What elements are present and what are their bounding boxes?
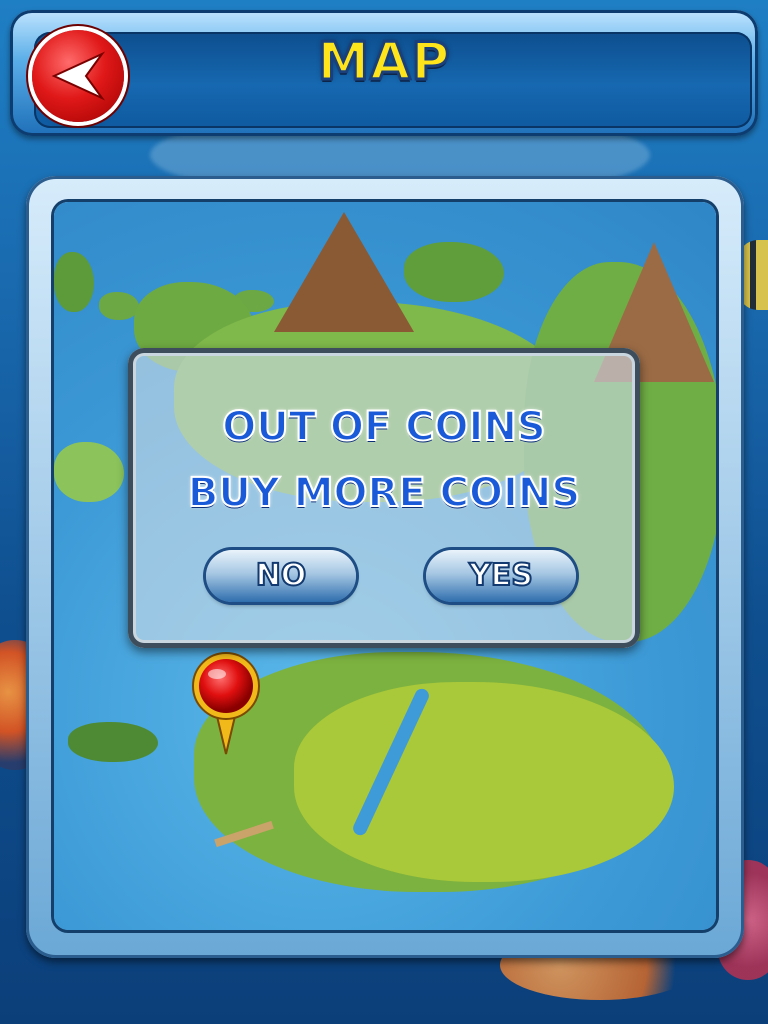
volcano [274, 212, 414, 332]
island-small-1 [99, 292, 139, 320]
no-button-label: NO [255, 557, 308, 594]
dialog-line-2: BUY MORE COINS [187, 469, 581, 517]
island-left-small [68, 722, 158, 762]
dialog-line-1: OUT OF COINS [221, 403, 546, 451]
island-top-center [404, 242, 504, 302]
page-title: MAP [316, 31, 451, 94]
yes-button[interactable]: YES [426, 550, 576, 602]
no-button[interactable]: NO [206, 550, 356, 602]
yes-button-label: YES [468, 557, 534, 594]
location-pin-icon[interactable] [190, 652, 262, 756]
island-top-left [54, 252, 94, 312]
